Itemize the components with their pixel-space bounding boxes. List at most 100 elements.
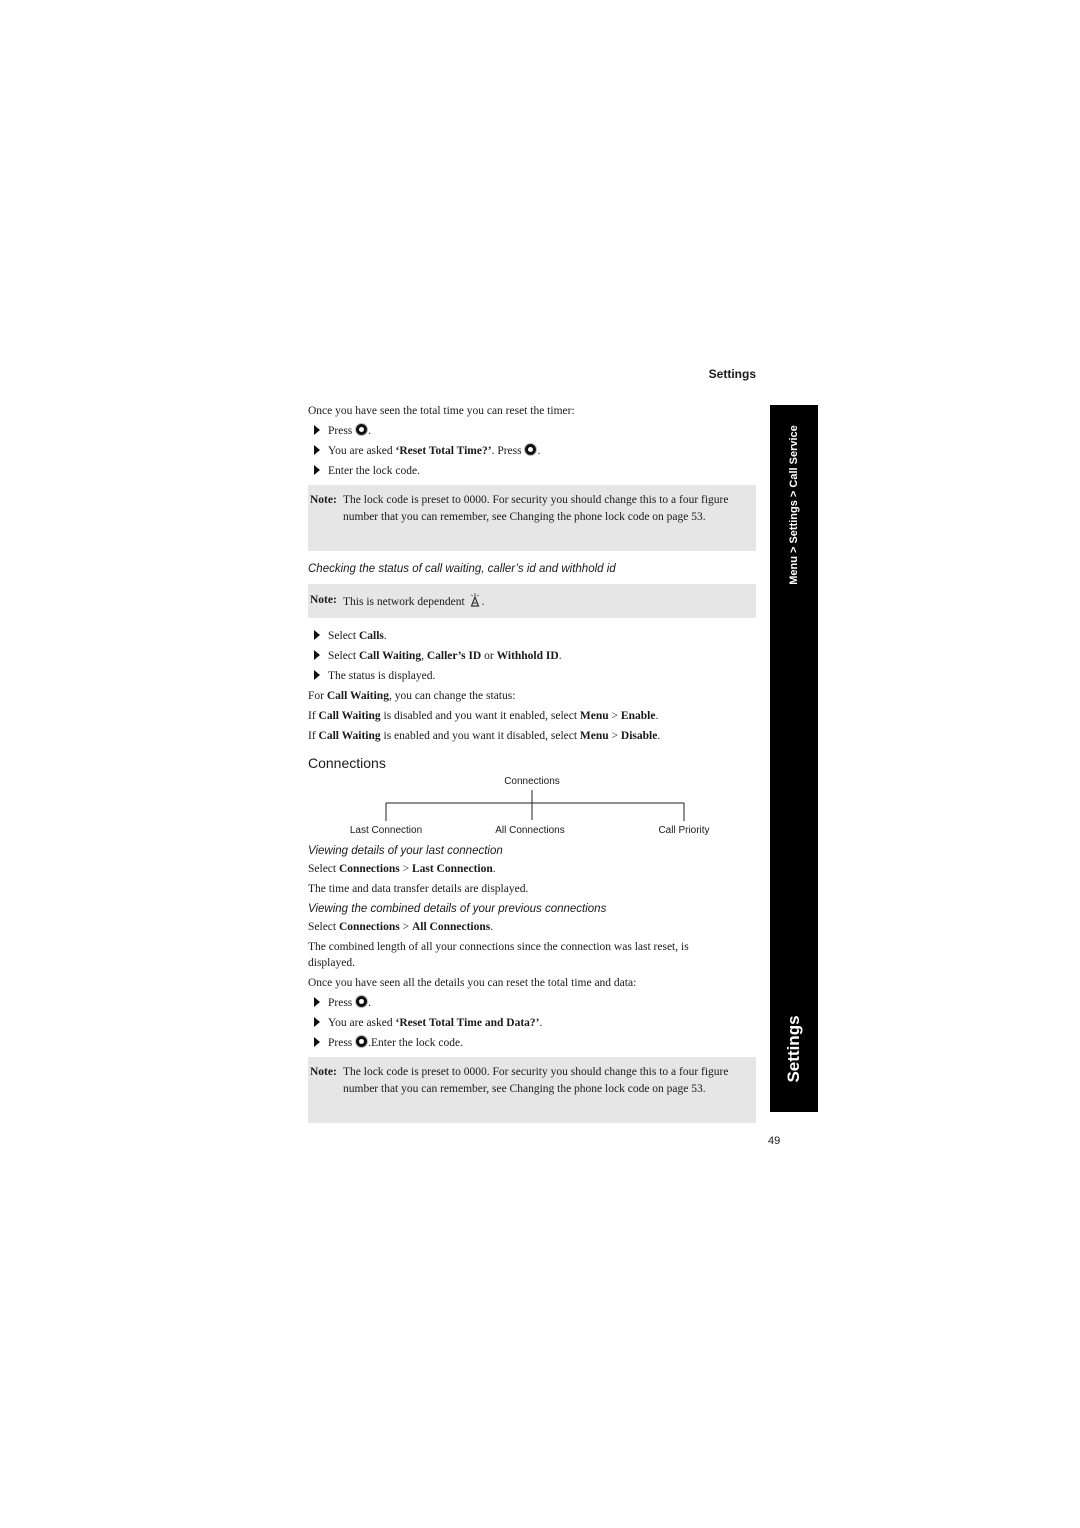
note-lock-code-2: Note: The lock code is preset to 0000. F… [308, 1057, 756, 1123]
step-enter-lock-code: Enter the lock code. [314, 464, 420, 478]
step-press-enter-code: Press .Enter the lock code. [314, 1036, 463, 1050]
note-text-body: This is network dependent [343, 596, 465, 608]
last-connection-select: Select Connections > Last Connection. [308, 862, 496, 876]
breadcrumb-text: Menu > Settings > Call Service [788, 425, 800, 585]
menu-term: Call Waiting [318, 730, 381, 742]
step-text: . [558, 650, 562, 662]
text: > [399, 921, 412, 933]
step-text: . [537, 445, 541, 457]
step-select-option: Select Call Waiting, Caller’s ID or With… [314, 649, 562, 663]
bullet-arrow-icon [314, 425, 320, 435]
tree-child-call-priority: Call Priority [658, 825, 710, 836]
prompt-text: ‘Reset Total Time and Data?’ [395, 1017, 540, 1029]
note-text: The lock code is preset to 0000. For sec… [343, 494, 729, 523]
last-connection-desc: The time and data transfer details are d… [308, 883, 529, 895]
text: . [657, 730, 661, 742]
note-label: Note: [310, 494, 337, 506]
menu-term: Disable [620, 730, 658, 742]
note-lock-code: Note: The lock code is preset to 0000. F… [308, 485, 756, 551]
bullet-arrow-icon [314, 1037, 320, 1047]
bullet-arrow-icon [314, 465, 320, 475]
text: If [308, 730, 319, 742]
reset-data-intro: Once you have seen all the details you c… [308, 977, 637, 989]
call-waiting-enable-line: If Call Waiting is disabled and you want… [308, 709, 658, 723]
reset-timer-intro: Once you have seen the total time you ca… [308, 405, 575, 417]
chapter-label: Settings [784, 1015, 803, 1083]
menu-term: Menu [579, 730, 609, 742]
step-reset-total-time-data: You are asked ‘Reset Total Time and Data… [314, 1016, 542, 1030]
page-number: 49 [768, 1135, 781, 1147]
call-waiting-disable-line: If Call Waiting is enabled and you want … [308, 729, 660, 743]
bullet-arrow-icon [314, 630, 320, 640]
step-text: . [368, 425, 372, 437]
step-select-calls: Select Calls. [314, 629, 387, 643]
tree-child-last-connection: Last Connection [349, 825, 423, 836]
note-text: The lock code is preset to 0000. For sec… [343, 1066, 729, 1095]
step-text: or [481, 650, 497, 662]
menu-term: Connections [338, 921, 400, 933]
all-connections-desc-2: displayed. [308, 957, 355, 969]
section-header: Settings [708, 367, 756, 381]
all-connections-desc-1: The combined length of all your connecti… [308, 941, 689, 953]
select-button-icon [525, 444, 537, 455]
menu-term: Withhold ID [496, 650, 559, 662]
menu-term: Call Waiting [318, 710, 381, 722]
prompt-text: ‘Reset Total Time?’ [395, 445, 492, 457]
menu-term: Connections [338, 863, 400, 875]
text: Select [308, 863, 339, 875]
step-press: Press . [314, 424, 371, 438]
tree-root: Connections [504, 776, 560, 787]
step-press: Press . [314, 996, 371, 1010]
tree-child-all-connections: All Connections [495, 825, 565, 836]
menu-term: Caller’s ID [426, 650, 482, 662]
step-text: Select [328, 630, 359, 642]
step-text: . [539, 1017, 543, 1029]
tree-lines [385, 790, 685, 821]
text: For [308, 690, 327, 702]
menu-term: Enable [620, 710, 656, 722]
bullet-arrow-icon [314, 1017, 320, 1027]
text: , you can change the status: [388, 690, 516, 702]
note-label: Note: [310, 594, 337, 606]
chapter-thumb-tab: Menu > Settings > Call Service Settings [770, 405, 818, 1112]
text: is enabled and you want it disabled, sel… [380, 730, 580, 742]
menu-term: Calls [358, 630, 384, 642]
all-connections-heading: Viewing the combined details of your pre… [308, 903, 607, 915]
text: > [399, 863, 412, 875]
step-text: Press [328, 997, 356, 1009]
text: . [492, 863, 496, 875]
step-text: Press [328, 1037, 356, 1049]
menu-term: All Connections [411, 921, 491, 933]
step-text: Enter the lock code. [328, 465, 420, 477]
text: Select [308, 921, 339, 933]
note-network: Note: This is network dependent . [308, 584, 756, 618]
step-text: . [383, 630, 387, 642]
step-text: Press [328, 425, 356, 437]
step-text: You are asked [328, 1017, 396, 1029]
bullet-arrow-icon [314, 670, 320, 680]
network-antenna-icon [470, 593, 479, 607]
bullet-arrow-icon [314, 997, 320, 1007]
menu-term: Call Waiting [358, 650, 422, 662]
text: . [655, 710, 659, 722]
text: If [308, 710, 319, 722]
menu-term: Call Waiting [326, 690, 389, 702]
step-reset-total-time: You are asked ‘Reset Total Time?’. Press… [314, 444, 540, 458]
step-text: You are asked [328, 445, 396, 457]
sidebar-breadcrumb: Menu > Settings > Call Service [770, 405, 818, 605]
step-text: Select [328, 650, 359, 662]
all-connections-select: Select Connections > All Connections. [308, 920, 493, 934]
text: . [490, 921, 494, 933]
text: > [608, 710, 621, 722]
step-text: . [368, 997, 372, 1009]
step-text: . Press [491, 445, 525, 457]
menu-term: Last Connection [411, 863, 493, 875]
menu-term: Menu [579, 710, 609, 722]
last-connection-heading: Viewing details of your last connection [308, 845, 503, 857]
step-status-displayed: The status is displayed. [314, 669, 435, 683]
text: is disabled and you want it enabled, sel… [380, 710, 580, 722]
step-text: The status is displayed. [328, 670, 436, 682]
step-text: .Enter the lock code. [368, 1037, 463, 1049]
note-text: This is network dependent . [343, 592, 738, 611]
select-button-icon [356, 424, 368, 435]
